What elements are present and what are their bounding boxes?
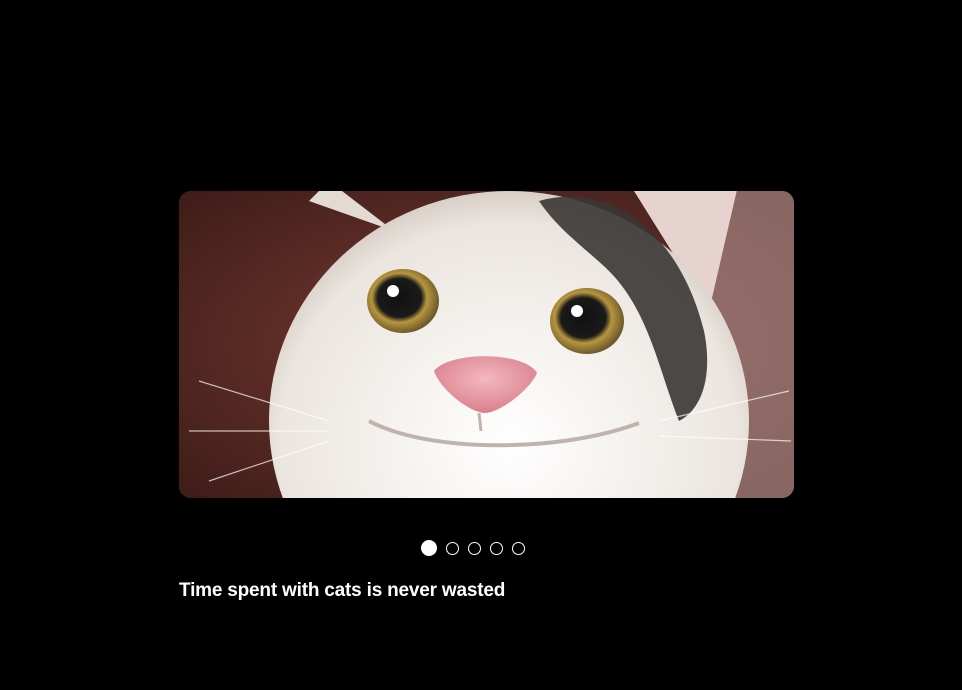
carousel-dot-5[interactable]: [512, 541, 525, 555]
slide-image: [179, 191, 794, 498]
carousel-dot-2[interactable]: [446, 541, 459, 555]
carousel-dot-4[interactable]: [490, 541, 503, 555]
carousel-dot-3[interactable]: [468, 541, 481, 555]
carousel-dot-1[interactable]: [421, 540, 437, 556]
image-carousel: Time spent with cats is never wasted: [0, 0, 962, 690]
carousel-dots: [421, 540, 525, 556]
slide-caption: Time spent with cats is never wasted: [179, 580, 506, 601]
